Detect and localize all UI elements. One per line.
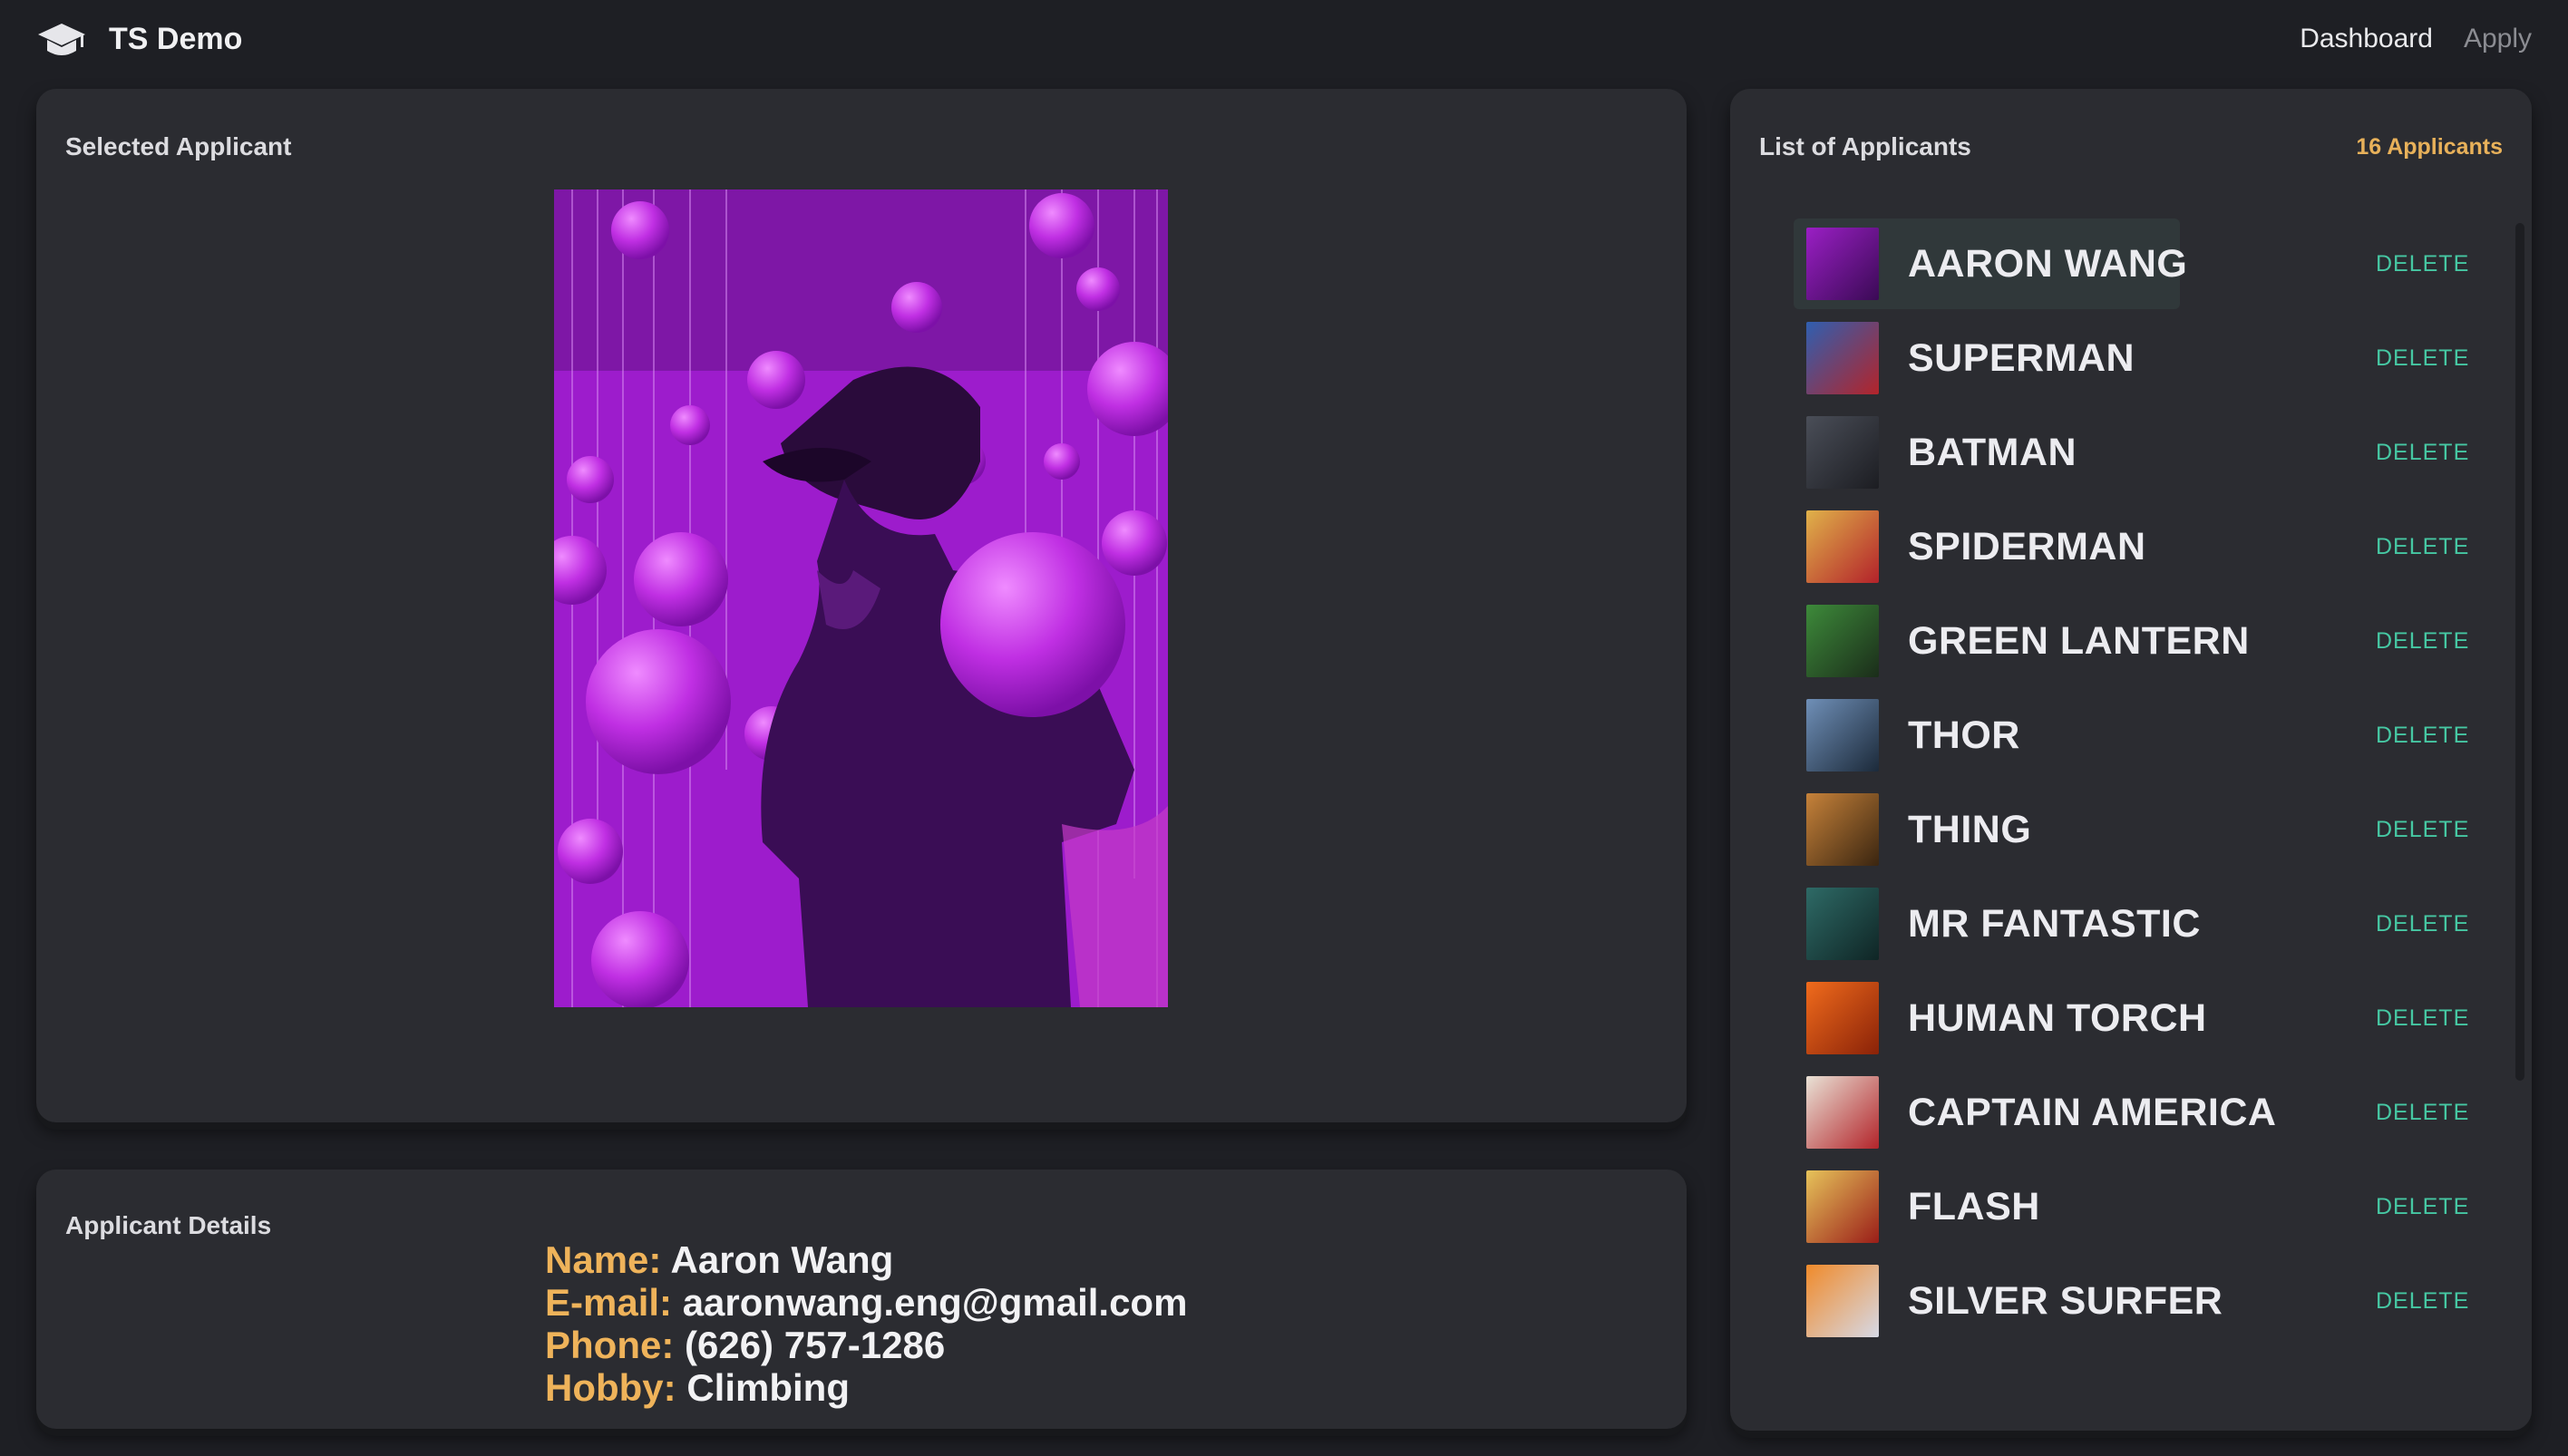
applicant-photo	[554, 189, 1168, 1007]
applicant-name[interactable]: MR FANTASTIC	[1908, 902, 2201, 946]
applicant-thumbnail	[1806, 605, 1879, 677]
detail-label: Hobby:	[545, 1366, 676, 1409]
list-item[interactable]: MR FANTASTIC DELETE	[1803, 880, 2492, 975]
detail-value: Aaron Wang	[670, 1238, 894, 1281]
list-item[interactable]: GREEN LANTERN DELETE	[1803, 597, 2492, 692]
applicant-name[interactable]: THOR	[1908, 713, 2020, 758]
delete-button[interactable]: DELETE	[2376, 440, 2469, 466]
detail-name-row: Name: Aaron Wang	[545, 1238, 1187, 1281]
list-item[interactable]: THOR DELETE	[1803, 692, 2492, 786]
selected-applicant-card: Selected Applicant	[36, 89, 1687, 1122]
list-item[interactable]: HUMAN TORCH DELETE	[1803, 975, 2492, 1069]
list-item[interactable]: THING DELETE	[1803, 786, 2492, 880]
top-bar: TS Demo Dashboard Apply	[0, 0, 2568, 83]
nav-apply-link[interactable]: Apply	[2464, 24, 2532, 54]
applicant-details: Name: Aaron Wang E-mail: aaronwang.eng@g…	[545, 1238, 1187, 1409]
applicant-name[interactable]: HUMAN TORCH	[1908, 996, 2207, 1041]
top-nav: Dashboard Apply	[2300, 24, 2532, 54]
list-item[interactable]: SPIDERMAN DELETE	[1803, 503, 2492, 597]
list-item[interactable]: SUPERMAN DELETE	[1803, 315, 2492, 409]
applicant-thumbnail	[1806, 982, 1879, 1054]
scrollbar[interactable]	[2515, 223, 2524, 1081]
graduation-cap-icon[interactable]	[36, 20, 87, 63]
applicant-count-badge: 16 Applicants	[2356, 134, 2503, 160]
applicant-name[interactable]: THING	[1908, 808, 2031, 852]
applicant-name[interactable]: AARON WANG	[1908, 242, 2187, 286]
detail-value: Climbing	[686, 1366, 850, 1409]
applicant-name[interactable]: FLASH	[1908, 1185, 2040, 1229]
delete-button[interactable]: DELETE	[2376, 723, 2469, 749]
delete-button[interactable]: DELETE	[2376, 911, 2469, 937]
applicant-name[interactable]: SILVER SURFER	[1908, 1279, 2223, 1324]
detail-phone-row: Phone: (626) 757-1286	[545, 1324, 1187, 1366]
list-item[interactable]: FLASH DELETE	[1803, 1163, 2492, 1257]
applicant-name[interactable]: GREEN LANTERN	[1908, 619, 2250, 664]
delete-button[interactable]: DELETE	[2376, 1288, 2469, 1315]
delete-button[interactable]: DELETE	[2376, 1100, 2469, 1126]
applicant-name[interactable]: BATMAN	[1908, 431, 2077, 475]
applicant-thumbnail	[1806, 322, 1879, 394]
detail-email-row: E-mail: aaronwang.eng@gmail.com	[545, 1281, 1187, 1324]
applicant-thumbnail	[1806, 510, 1879, 583]
applicant-thumbnail	[1806, 1170, 1879, 1243]
list-item[interactable]: SILVER SURFER DELETE	[1803, 1257, 2492, 1352]
delete-button[interactable]: DELETE	[2376, 1005, 2469, 1032]
app-title[interactable]: TS Demo	[109, 22, 242, 57]
applicant-name[interactable]: CAPTAIN AMERICA	[1908, 1091, 2276, 1135]
applicant-name[interactable]: SPIDERMAN	[1908, 525, 2146, 569]
applicant-list-card: List of Applicants 16 Applicants AARON W…	[1730, 89, 2532, 1431]
delete-button[interactable]: DELETE	[2376, 817, 2469, 843]
detail-value: (626) 757-1286	[685, 1324, 946, 1366]
list-item[interactable]: BATMAN DELETE	[1803, 409, 2492, 503]
card-title: Applicant Details	[65, 1211, 272, 1239]
applicant-thumbnail	[1806, 793, 1879, 866]
delete-button[interactable]: DELETE	[2376, 251, 2469, 277]
card-title: List of Applicants	[1759, 132, 1971, 160]
applicant-thumbnail	[1806, 1076, 1879, 1149]
delete-button[interactable]: DELETE	[2376, 628, 2469, 655]
applicant-thumbnail	[1806, 1265, 1879, 1337]
applicant-thumbnail	[1806, 228, 1879, 300]
delete-button[interactable]: DELETE	[2376, 1194, 2469, 1220]
applicant-details-card: Applicant Details Name: Aaron Wang E-mai…	[36, 1170, 1687, 1429]
detail-label: E-mail:	[545, 1281, 673, 1324]
applicant-list: AARON WANG DELETE SUPERMAN DELETE BATMAN DELE…	[1794, 218, 2492, 1352]
applicant-thumbnail	[1806, 416, 1879, 489]
applicant-thumbnail	[1806, 888, 1879, 960]
applicant-thumbnail	[1806, 699, 1879, 772]
detail-label: Phone:	[545, 1324, 675, 1366]
list-item[interactable]: AARON WANG DELETE	[1794, 218, 2492, 315]
detail-hobby-row: Hobby: Climbing	[545, 1366, 1187, 1409]
detail-value: aaronwang.eng@gmail.com	[682, 1281, 1188, 1324]
list-item[interactable]: CAPTAIN AMERICA DELETE	[1803, 1069, 2492, 1163]
applicant-name[interactable]: SUPERMAN	[1908, 336, 2135, 381]
delete-button[interactable]: DELETE	[2376, 534, 2469, 560]
delete-button[interactable]: DELETE	[2376, 345, 2469, 372]
nav-dashboard-link[interactable]: Dashboard	[2300, 24, 2433, 54]
detail-label: Name:	[545, 1238, 662, 1281]
card-title: Selected Applicant	[65, 132, 292, 160]
